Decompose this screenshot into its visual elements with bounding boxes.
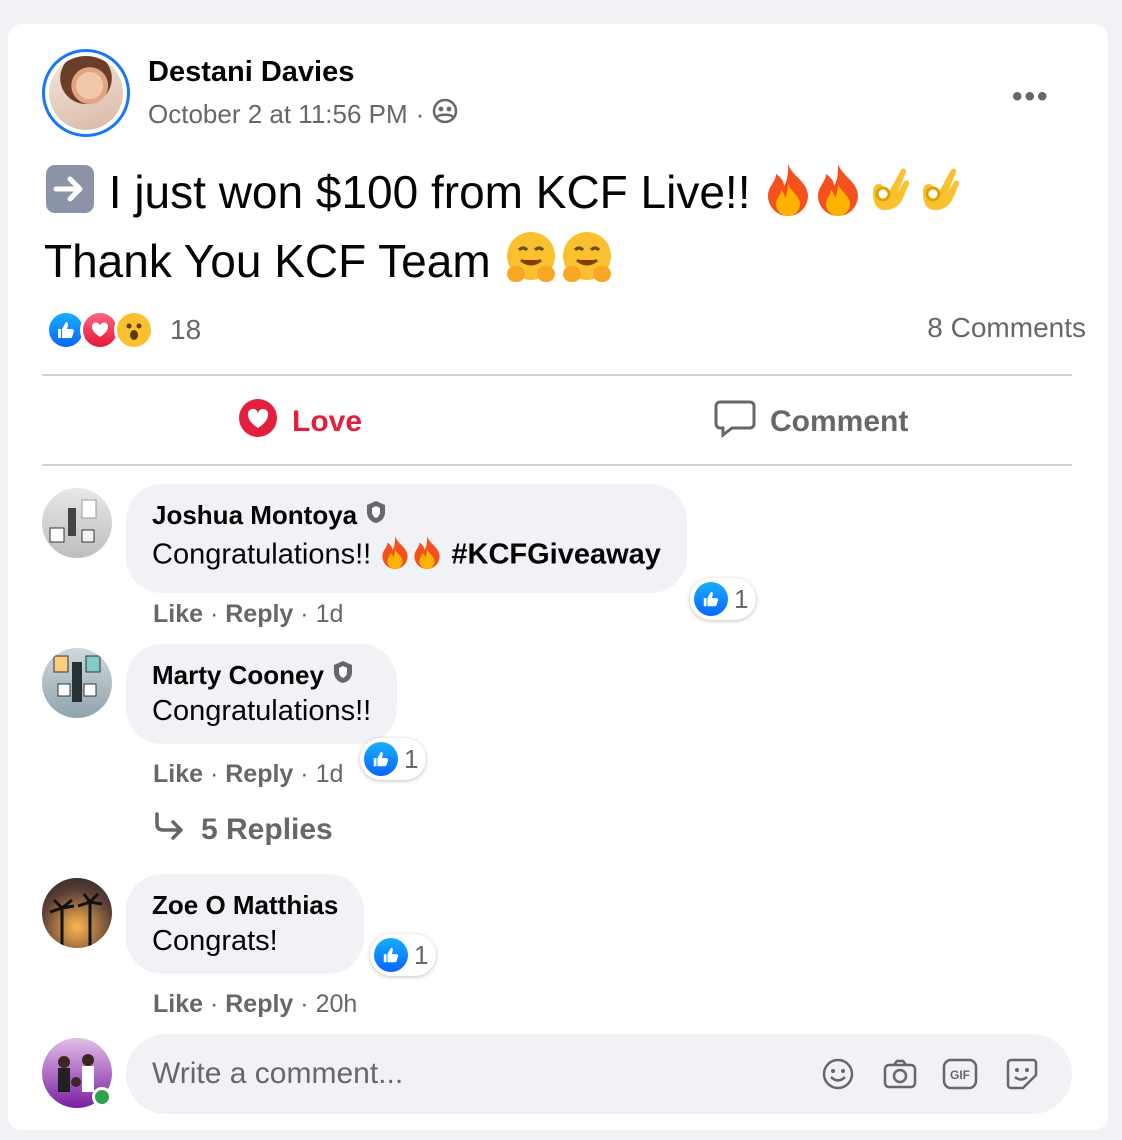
reply-arrow-icon bbox=[153, 812, 185, 848]
gif-icon[interactable]: GIF bbox=[942, 1056, 978, 1092]
reply-link[interactable]: Reply bbox=[225, 760, 293, 788]
reaction-count: 1 bbox=[404, 743, 419, 774]
like-reaction-icon bbox=[374, 938, 408, 972]
comments-count-link[interactable]: 8 Comments bbox=[927, 312, 1086, 344]
comment-reaction-badge[interactable]: 1 bbox=[690, 578, 757, 620]
comment-bubble: Zoe O Matthias Congrats! bbox=[126, 874, 365, 974]
fire-emoji-icon bbox=[763, 162, 813, 230]
sticker-icon[interactable] bbox=[1004, 1056, 1040, 1092]
online-status-indicator bbox=[92, 1087, 112, 1107]
ok-hand-emoji-icon bbox=[913, 162, 963, 230]
fire-emoji-icon bbox=[813, 162, 863, 230]
post-body: I just won $100 from KCF Live!! Thank Yo… bbox=[44, 162, 1084, 300]
like-link[interactable]: Like bbox=[153, 600, 203, 628]
post-timestamp[interactable]: October 2 at 11:56 PM bbox=[148, 99, 408, 130]
commenter-name[interactable]: Joshua Montoya bbox=[152, 500, 357, 531]
like-link[interactable]: Like bbox=[153, 990, 203, 1018]
comment-time[interactable]: 1d bbox=[316, 760, 344, 788]
post-text-line1: I just won $100 from KCF Live!! bbox=[96, 166, 764, 219]
commenter-name[interactable]: Marty Cooney bbox=[152, 660, 324, 691]
ok-hand-emoji-icon bbox=[863, 162, 913, 230]
post-meta: October 2 at 11:56 PM · bbox=[148, 98, 458, 131]
shield-icon bbox=[365, 500, 387, 531]
camera-icon[interactable] bbox=[882, 1056, 918, 1092]
comment-time[interactable]: 20h bbox=[316, 990, 358, 1018]
comment-reaction-badge[interactable]: 1 bbox=[370, 934, 437, 976]
like-link[interactable]: Like bbox=[153, 760, 203, 788]
commenter-avatar[interactable] bbox=[42, 878, 112, 948]
love-button[interactable]: Love bbox=[238, 398, 362, 446]
comment-bubble-icon bbox=[714, 398, 756, 446]
reactions-summary[interactable]: 18 bbox=[46, 310, 201, 350]
hugging-face-emoji-icon bbox=[503, 230, 559, 300]
love-label: Love bbox=[292, 405, 363, 438]
replies-label: 5 Replies bbox=[201, 813, 333, 846]
comment-text: Congratulations!! #KCFGiveaway bbox=[152, 535, 661, 577]
comment-bubble: Marty Cooney Congratulations!! bbox=[126, 644, 398, 744]
post-text-line2: Thank You KCF Team bbox=[44, 235, 504, 288]
hashtag-link[interactable]: #KCFGiveaway bbox=[451, 539, 661, 571]
shield-icon bbox=[332, 660, 354, 691]
comment-label: Comment bbox=[770, 405, 909, 438]
author-avatar[interactable] bbox=[42, 49, 130, 137]
like-reaction-icon bbox=[694, 582, 728, 616]
hugging-face-emoji-icon bbox=[559, 230, 615, 300]
comment-bubble: Joshua Montoya Congratulations!! #KCFGiv… bbox=[126, 484, 687, 593]
like-reaction-icon bbox=[364, 742, 398, 776]
love-icon bbox=[238, 398, 278, 446]
commenter-avatar[interactable] bbox=[42, 488, 112, 558]
more-options-button[interactable]: ••• bbox=[1012, 80, 1050, 114]
reaction-count: 1 bbox=[734, 583, 749, 614]
comment-actions: Like · Reply · 1d bbox=[153, 760, 344, 788]
reaction-count: 1 bbox=[414, 939, 429, 970]
meta-separator: · bbox=[415, 99, 425, 129]
reply-link[interactable]: Reply bbox=[225, 990, 293, 1018]
comment-time[interactable]: 1d bbox=[316, 600, 344, 628]
wow-reaction-icon bbox=[114, 310, 154, 350]
divider bbox=[42, 374, 1072, 376]
comment-button[interactable]: Comment bbox=[714, 398, 908, 446]
comment-actions: Like · Reply · 20h bbox=[153, 990, 358, 1018]
comment-text: Congrats! bbox=[152, 925, 278, 957]
svg-text:GIF: GIF bbox=[950, 1068, 970, 1082]
comment-actions: Like · Reply · 1d bbox=[153, 600, 344, 628]
divider bbox=[42, 464, 1072, 466]
friends-icon[interactable] bbox=[432, 98, 458, 131]
reply-link[interactable]: Reply bbox=[225, 600, 293, 628]
comment-composer: GIF bbox=[126, 1034, 1072, 1114]
arrow-right-icon bbox=[44, 163, 96, 229]
fire-emoji-icon bbox=[379, 535, 411, 577]
view-replies-link[interactable]: 5 Replies bbox=[153, 812, 333, 848]
reaction-count: 18 bbox=[170, 314, 202, 345]
author-name[interactable]: Destani Davies bbox=[148, 56, 354, 89]
emoji-icon[interactable] bbox=[820, 1056, 856, 1092]
comment-reaction-badge[interactable]: 1 bbox=[360, 738, 427, 780]
fire-emoji-icon bbox=[411, 535, 443, 577]
comment-text: Congratulations!! bbox=[152, 695, 372, 727]
comment-input[interactable] bbox=[152, 1052, 752, 1096]
commenter-avatar[interactable] bbox=[42, 648, 112, 718]
commenter-name[interactable]: Zoe O Matthias bbox=[152, 890, 338, 921]
